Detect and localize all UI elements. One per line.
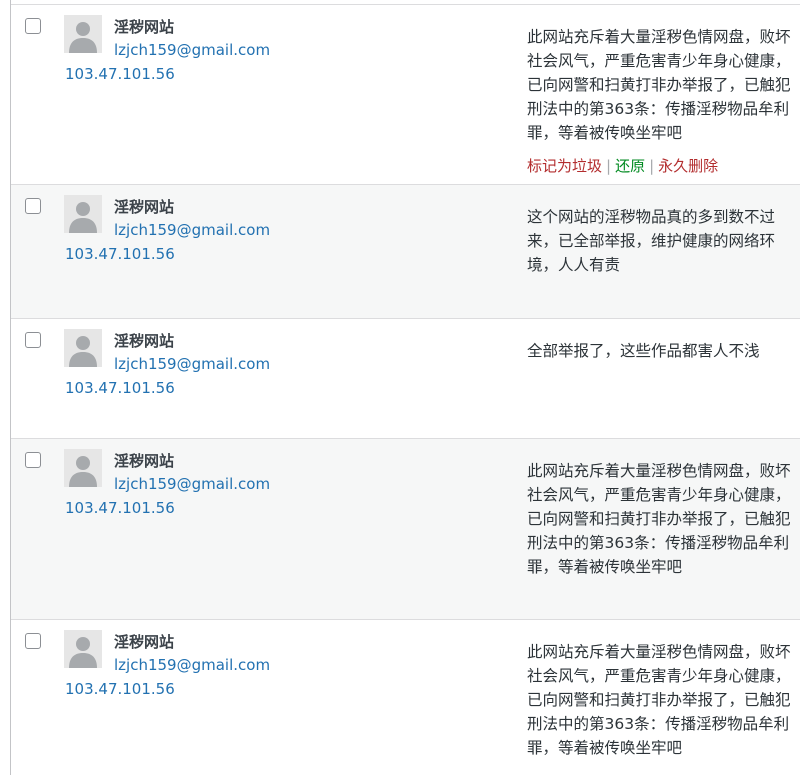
action-separator: | [606, 157, 612, 175]
comment-author-email[interactable]: lzjch159@gmail.com [114, 656, 270, 674]
row-checkbox[interactable] [25, 198, 41, 214]
comment-author-ip[interactable]: 103.47.101.56 [65, 379, 175, 397]
row-checkbox[interactable] [25, 633, 41, 649]
row-checkbox[interactable] [25, 332, 41, 348]
comment-row: 淫秽网站 lzjch159@gmail.com 103.47.101.56 这个… [11, 185, 800, 319]
comment-author-email[interactable]: lzjch159@gmail.com [114, 355, 270, 373]
comment-author-email[interactable]: lzjch159@gmail.com [114, 475, 270, 493]
default-avatar-icon [64, 630, 102, 668]
default-avatar-icon [64, 329, 102, 367]
row-checkbox[interactable] [25, 18, 41, 34]
comment-author-ip[interactable]: 103.47.101.56 [65, 65, 175, 83]
comment-text: 此网站充斥着大量淫秽色情网盘，败坏社会风气，严重危害青少年身心健康，已向网警和扫… [527, 643, 791, 757]
mark-spam-link[interactable]: 标记为垃圾 [527, 157, 602, 175]
comment-author-name: 淫秽网站 [114, 452, 175, 470]
comment-row: 淫秽网站 lzjch159@gmail.com 103.47.101.56 此网… [11, 439, 800, 620]
comment-row: 淫秽网站 lzjch159@gmail.com 103.47.101.56 全部… [11, 319, 800, 439]
comment-text: 此网站充斥着大量淫秽色情网盘，败坏社会风气，严重危害青少年身心健康，已向网警和扫… [527, 462, 791, 576]
delete-permanently-link[interactable]: 永久删除 [658, 157, 718, 175]
default-avatar-icon [64, 15, 102, 53]
default-avatar-icon [64, 449, 102, 487]
default-avatar-icon [64, 195, 102, 233]
comment-author-name: 淫秽网站 [114, 198, 175, 216]
comment-text: 全部举报了，这些作品都害人不浅 [527, 342, 760, 360]
comment-author-name: 淫秽网站 [114, 633, 175, 651]
restore-link[interactable]: 还原 [615, 157, 645, 175]
comment-text: 此网站充斥着大量淫秽色情网盘，败坏社会风气，严重危害青少年身心健康，已向网警和扫… [527, 28, 791, 142]
comment-author-ip[interactable]: 103.47.101.56 [65, 680, 175, 698]
comment-author-email[interactable]: lzjch159@gmail.com [114, 221, 270, 239]
comment-author-email[interactable]: lzjch159@gmail.com [114, 41, 270, 59]
comment-author-ip[interactable]: 103.47.101.56 [65, 245, 175, 263]
comment-author-ip[interactable]: 103.47.101.56 [65, 499, 175, 517]
row-checkbox[interactable] [25, 452, 41, 468]
row-actions: 标记为垃圾 | 还原 | 永久删除 [527, 155, 718, 176]
comment-row: 淫秽网站 lzjch159@gmail.com 103.47.101.56 此网… [11, 620, 800, 775]
comments-list: 淫秽网站 lzjch159@gmail.com 103.47.101.56 此网… [0, 0, 800, 775]
comment-author-name: 淫秽网站 [114, 18, 175, 36]
comment-text: 这个网站的淫秽物品真的多到数不过来，已全部举报，维护健康的网络环境，人人有责 [527, 208, 776, 274]
comment-row: 淫秽网站 lzjch159@gmail.com 103.47.101.56 此网… [11, 4, 800, 185]
action-separator: | [649, 157, 655, 175]
comment-author-name: 淫秽网站 [114, 332, 175, 350]
